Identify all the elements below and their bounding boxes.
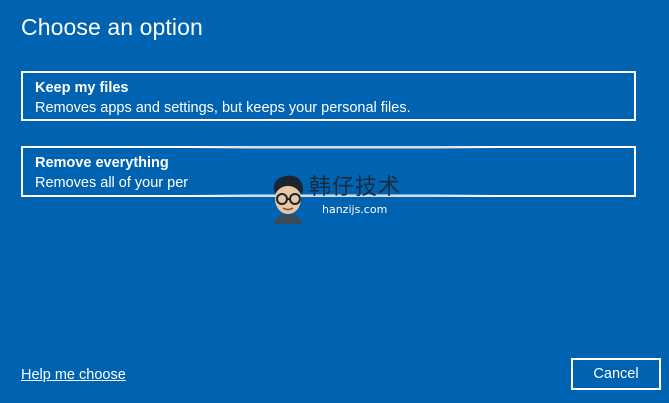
option-title: Remove everything <box>35 155 169 171</box>
option-title: Keep my files <box>35 80 129 96</box>
help-me-choose-link[interactable]: Help me choose <box>21 366 126 384</box>
option-description: Removes all of your per <box>35 175 189 191</box>
page-title: Choose an option <box>21 14 203 40</box>
watermark-brand: 韩仔技术 <box>309 175 402 200</box>
option-description: Removes apps and settings, but keeps you… <box>35 100 411 116</box>
cancel-button[interactable]: Cancel <box>571 358 661 390</box>
watermark-avatar-icon <box>273 175 303 224</box>
watermark-domain: hanzijs.com <box>322 203 388 216</box>
keep-my-files-option[interactable]: Keep my files Removes apps and settings,… <box>21 71 636 121</box>
watermark-streak <box>190 146 495 149</box>
